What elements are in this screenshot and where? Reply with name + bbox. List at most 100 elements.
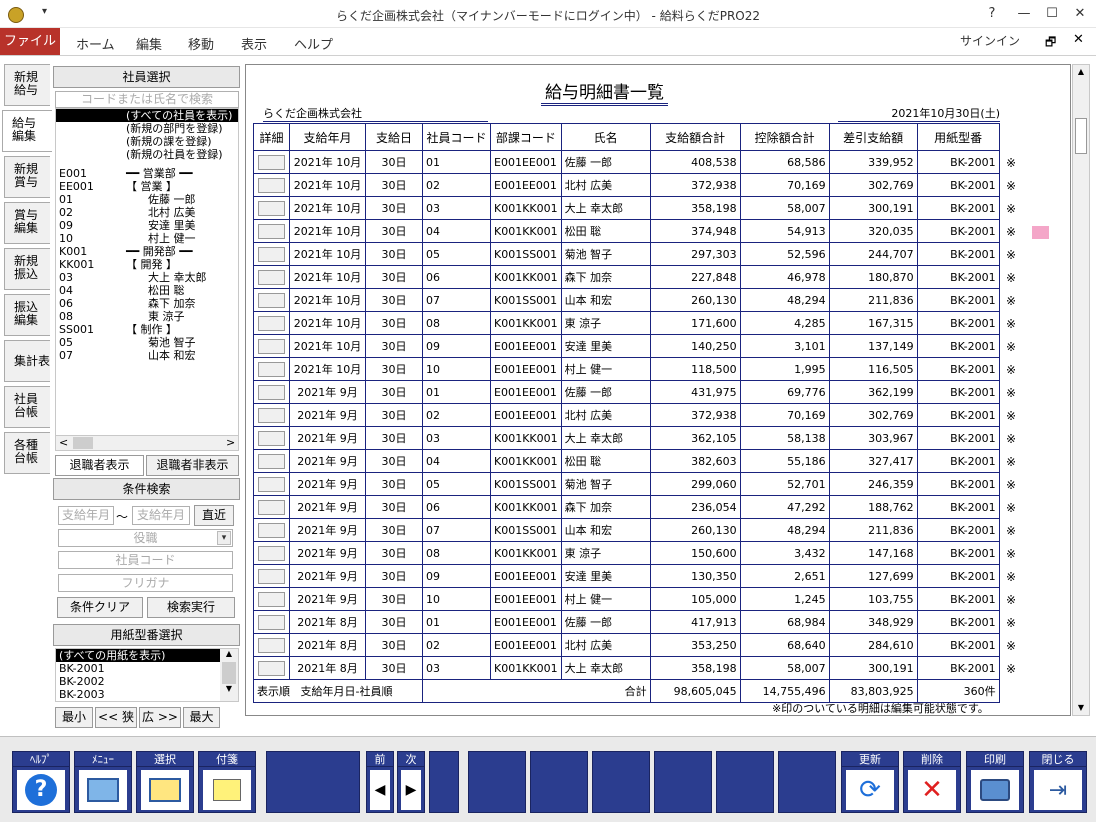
table-row[interactable]: 2021年 9月 30日 05 K001SS001 菊池 智子 299,060 52,701… <box>253 472 1000 496</box>
scroll-right-icon[interactable]: > <box>226 436 235 449</box>
table-row[interactable]: 2021年 8月 30日 03 K001KK001 大上 幸太郎 358,198 58,00… <box>253 656 1000 680</box>
detail-button[interactable] <box>258 407 285 423</box>
table-row[interactable]: 2021年 9月 30日 04 K001KK001 松田 聡 382,603 55,186 3… <box>253 449 1000 473</box>
retired-hide-button[interactable]: 退職者非表示 <box>146 455 239 476</box>
tree-item[interactable]: (新規の課を登録) <box>56 135 238 148</box>
detail-button[interactable] <box>258 568 285 584</box>
detail-button[interactable] <box>258 614 285 630</box>
tree-item[interactable]: 06 森下 加奈 <box>56 297 238 310</box>
paper-item[interactable]: BK-2002 <box>56 675 221 688</box>
tree-item[interactable]: KK001 【 開発 】 <box>56 258 238 271</box>
detail-button[interactable] <box>258 384 285 400</box>
table-row[interactable]: 2021年 8月 30日 01 E001EE001 佐藤 一郎 417,913 68,984… <box>253 610 1000 634</box>
scroll-thumb[interactable] <box>222 662 236 684</box>
detail-button[interactable] <box>258 476 285 492</box>
main-vscrollbar[interactable]: ▲ ▼ <box>1072 64 1090 716</box>
tab-help[interactable]: ヘルプ <box>294 34 333 53</box>
detail-button[interactable] <box>258 637 285 653</box>
detail-button[interactable] <box>258 430 285 446</box>
column-header[interactable]: 詳細 <box>253 123 290 151</box>
tree-item[interactable]: 10 村上 健一 <box>56 232 238 245</box>
tree-item[interactable]: 03 大上 幸太郎 <box>56 271 238 284</box>
close-app-button[interactable]: 閉じる ⇥ <box>1029 751 1087 813</box>
table-row[interactable]: 2021年 10月 30日 09 E001EE001 安達 里美 140,250 3,101… <box>253 334 1000 358</box>
table-row[interactable]: 2021年 10月 30日 08 K001KK001 東 涼子 171,600 4,285 1… <box>253 311 1000 335</box>
scroll-thumb[interactable] <box>73 437 93 449</box>
furigana-input[interactable]: フリガナ <box>58 574 233 592</box>
detail-button[interactable] <box>258 338 285 354</box>
tree-item[interactable]: 01 佐藤 一郎 <box>56 193 238 206</box>
select-tool-button[interactable]: 選択 <box>136 751 194 813</box>
detail-button[interactable] <box>258 660 285 676</box>
prev-button[interactable]: 前 ◀ <box>366 751 394 813</box>
table-row[interactable]: 2021年 10月 30日 01 E001EE001 佐藤 一郎 408,538 68,58… <box>253 150 1000 174</box>
scroll-down-icon[interactable]: ▼ <box>220 684 238 697</box>
paper-list-scrollbar[interactable]: ▲ ▼ <box>220 649 238 701</box>
zoom-min-button[interactable]: 最小 <box>55 707 93 728</box>
vtab-1[interactable]: 給与 編集 <box>2 110 52 152</box>
detail-button[interactable] <box>258 200 285 216</box>
tree-item[interactable]: 04 松田 聡 <box>56 284 238 297</box>
table-row[interactable]: 2021年 10月 30日 02 E001EE001 北村 広美 372,938 70,16… <box>253 173 1000 197</box>
detail-button[interactable] <box>258 545 285 561</box>
tree-item[interactable]: (新規の社員を登録) <box>56 148 238 161</box>
pay-ym-to-input[interactable]: 支給年月 <box>132 506 190 525</box>
detail-button[interactable] <box>258 269 285 285</box>
detail-button[interactable] <box>258 522 285 538</box>
paper-list[interactable]: (すべての用紙を表示) BK-2001 BK-2002 BK-2003 <box>55 648 239 702</box>
tree-hscrollbar[interactable]: < > <box>55 435 239 451</box>
tree-item[interactable]: EE001 【 営業 】 <box>56 180 238 193</box>
scroll-down-icon[interactable]: ▼ <box>1073 701 1089 715</box>
column-header[interactable]: 控除額合計 <box>739 123 830 151</box>
recent-button[interactable]: 直近 <box>194 505 234 526</box>
vtab-4[interactable]: 新規 振込 <box>4 248 50 290</box>
column-header[interactable]: 支給日 <box>365 123 423 151</box>
vtab-6[interactable]: 集計表 <box>4 340 50 382</box>
vtab-2[interactable]: 新規 賞与 <box>4 156 50 198</box>
column-header[interactable]: 社員コード <box>422 123 491 151</box>
tag-tool-button[interactable]: 付箋 <box>198 751 256 813</box>
delete-button[interactable]: 削除 ✕ <box>903 751 961 813</box>
scroll-up-icon[interactable]: ▲ <box>1073 65 1089 79</box>
column-header[interactable]: 差引支給額 <box>828 123 918 151</box>
scroll-thumb[interactable] <box>1075 118 1087 154</box>
detail-button[interactable] <box>258 453 285 469</box>
tab-edit[interactable]: 編集 <box>136 34 162 53</box>
detail-button[interactable] <box>258 361 285 377</box>
column-header[interactable]: 支給額合計 <box>649 123 741 151</box>
table-row[interactable]: 2021年 9月 30日 10 E001EE001 村上 健一 105,000 1,245 1… <box>253 587 1000 611</box>
detail-button[interactable] <box>258 246 285 262</box>
tab-file[interactable]: ファイル <box>0 28 60 55</box>
tree-item[interactable]: 02 北村 広美 <box>56 206 238 219</box>
maximize-button[interactable]: ☐ <box>1041 5 1063 23</box>
table-row[interactable]: 2021年 10月 30日 04 K001KK001 松田 聡 374,948 54,913… <box>253 219 1000 243</box>
tree-item[interactable]: (新規の部門を登録) <box>56 122 238 135</box>
tree-item[interactable]: (すべての社員を表示) <box>56 109 238 122</box>
retired-show-button[interactable]: 退職者表示 <box>55 455 144 476</box>
table-row[interactable]: 2021年 10月 30日 07 K001SS001 山本 和宏 260,130 48,29… <box>253 288 1000 312</box>
employee-search-input[interactable]: コードまたは氏名で検索 <box>55 91 239 108</box>
detail-button[interactable] <box>258 154 285 170</box>
scroll-left-icon[interactable]: < <box>59 436 68 449</box>
vtab-0[interactable]: 新規 給与 <box>4 64 50 106</box>
detail-button[interactable] <box>258 591 285 607</box>
tab-view[interactable]: 表示 <box>241 34 267 53</box>
vtab-5[interactable]: 振込 編集 <box>4 294 50 336</box>
employee-select-header[interactable]: 社員選択 <box>53 66 240 88</box>
column-header[interactable]: 氏名 <box>560 123 651 151</box>
tree-item[interactable]: 05 菊池 智子 <box>56 336 238 349</box>
employee-code-input[interactable]: 社員コード <box>58 551 233 569</box>
table-row[interactable]: 2021年 10月 30日 06 K001KK001 森下 加奈 227,848 46,97… <box>253 265 1000 289</box>
paper-item[interactable]: BK-2001 <box>56 662 221 675</box>
tree-item[interactable]: 07 山本 和宏 <box>56 349 238 362</box>
column-header[interactable]: 部課コード <box>490 123 562 151</box>
search-exec-button[interactable]: 検索実行 <box>147 597 235 618</box>
tab-move[interactable]: 移動 <box>188 34 214 53</box>
detail-button[interactable] <box>258 499 285 515</box>
help-button[interactable]: ? <box>981 5 1003 23</box>
column-header[interactable]: 用紙型番 <box>916 123 1000 151</box>
table-row[interactable]: 2021年 9月 30日 01 E001EE001 佐藤 一郎 431,975 69,776… <box>253 380 1000 404</box>
table-row[interactable]: 2021年 9月 30日 09 E001EE001 安達 里美 130,350 2,651 1… <box>253 564 1000 588</box>
detail-button[interactable] <box>258 177 285 193</box>
table-row[interactable]: 2021年 10月 30日 05 K001SS001 菊池 智子 297,303 52,59… <box>253 242 1000 266</box>
